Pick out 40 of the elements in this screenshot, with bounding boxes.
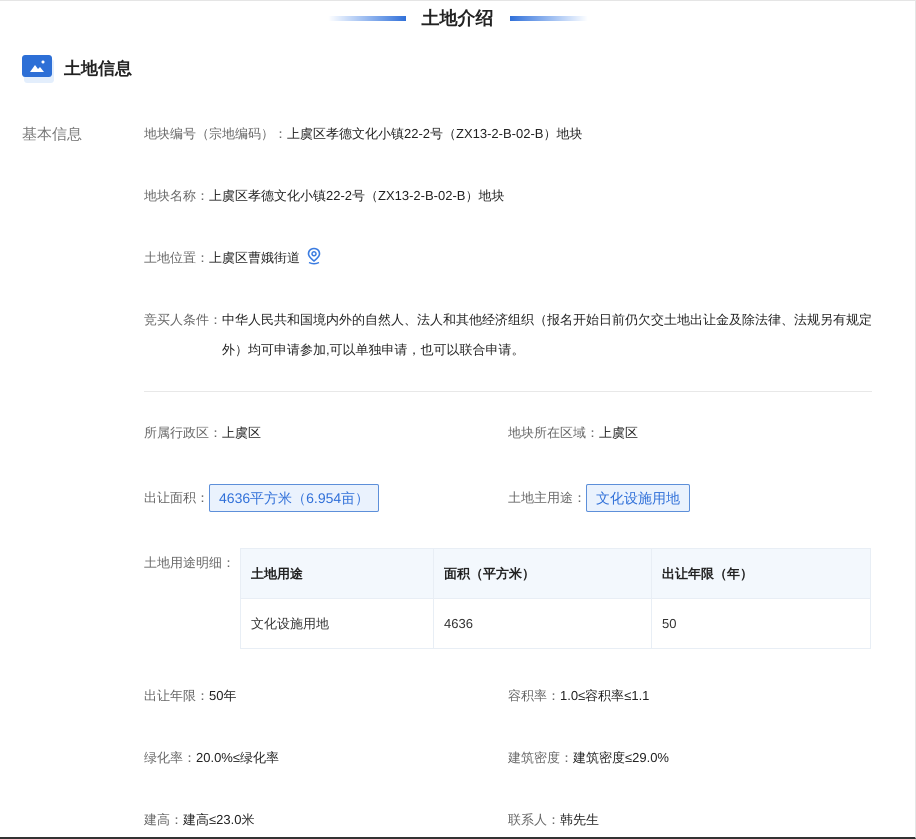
field-label: 绿化率：: [144, 749, 196, 767]
field-value: 中华人民共和国境内外的自然人、法人和其他经济组织（报名开始日前仍欠交土地出让金及除法律、法规另有规定外）均可申请参加,可以单独申请，也可以联合申请。: [222, 311, 872, 359]
field-label: 地块名称：: [144, 187, 209, 205]
location-pin-icon: [306, 247, 322, 265]
field-label: 竞买人条件：: [144, 311, 222, 329]
field-label: 建高：: [144, 811, 183, 829]
picture-icon: [22, 55, 54, 83]
section-title: 土地信息: [64, 58, 132, 80]
field-value: 50年: [209, 687, 236, 705]
table-cell: 4636: [434, 598, 652, 648]
column-header: 出让年限（年）: [652, 548, 870, 598]
page-title: 土地介绍: [420, 7, 494, 30]
field-label: 土地用途明细：: [144, 554, 236, 572]
table-cell: 文化设施用地: [240, 598, 434, 648]
field-value: 上虞区: [599, 424, 638, 442]
field-label: 土地主用途：: [508, 489, 586, 507]
field-value: 20.0%≤绿化率: [196, 749, 279, 767]
field-label: 出让年限：: [144, 687, 209, 705]
field-label: 土地位置：: [144, 249, 209, 267]
table-cell: 50: [652, 598, 870, 648]
value-tag: 文化设施用地: [586, 484, 690, 512]
field-value: 上虞区: [222, 424, 261, 442]
field-value: 上虞区曹娥街道: [209, 250, 300, 265]
field-value: 上虞区孝德文化小镇22-2号（ZX13-2-B-02-B）地块: [287, 125, 582, 143]
column-header: 面积（平方米）: [434, 548, 652, 598]
field-label: 容积率：: [508, 687, 560, 705]
field-value: 1.0≤容积率≤1.1: [560, 687, 650, 705]
column-header: 土地用途: [240, 548, 434, 598]
field-value: 上虞区孝德文化小镇22-2号（ZX13-2-B-02-B）地块: [209, 187, 504, 205]
field-label: 联系人：: [508, 811, 560, 829]
field-label: 所属行政区：: [144, 424, 222, 442]
field-value: 建高≤23.0米: [183, 811, 254, 829]
field-label: 出让面积：: [144, 489, 209, 507]
field-label: 地块编号（宗地编码）：: [144, 125, 287, 143]
field-value: 韩先生: [560, 811, 599, 829]
field-label: 建筑密度：: [508, 749, 573, 767]
field-value: 建筑密度≤29.0%: [573, 749, 669, 767]
group-label: 基本信息: [22, 126, 82, 143]
field-label: 地块所在区域：: [508, 424, 599, 442]
value-tag: 4636平方米（6.954亩）: [209, 484, 380, 512]
